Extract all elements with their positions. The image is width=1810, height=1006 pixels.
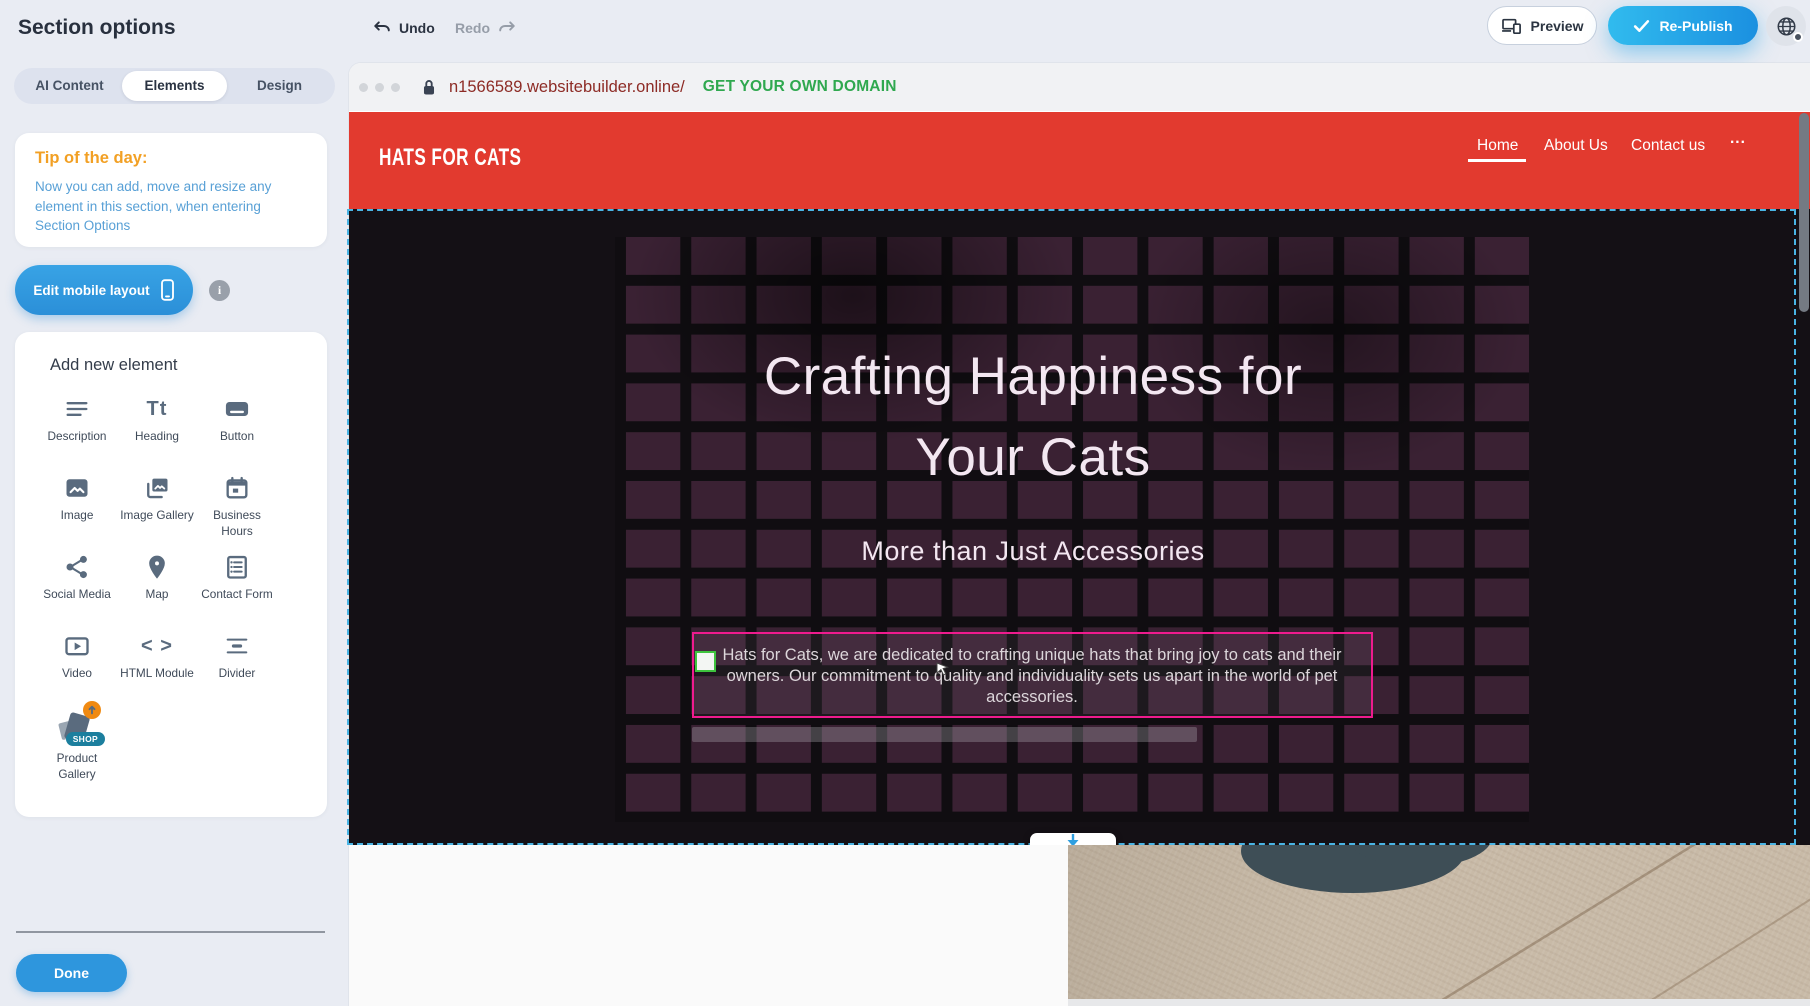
- element-ghost-bar: [692, 727, 1197, 742]
- page-title: Section options: [18, 16, 176, 40]
- element-html-module[interactable]: < > HTML Module: [117, 629, 197, 708]
- done-button[interactable]: Done: [16, 954, 127, 992]
- element-grid: Description Tt Heading Button Image Imag…: [37, 392, 277, 787]
- browser-address-bar: n1566589.websitebuilder.online/ GET YOUR…: [349, 63, 1810, 111]
- tip-of-the-day-card: Tip of the day: Now you can add, move an…: [15, 133, 327, 247]
- element-business-hours[interactable]: Business Hours: [197, 471, 277, 550]
- contact-form-icon: [223, 550, 251, 584]
- redo-button[interactable]: Redo: [455, 14, 517, 42]
- lock-icon: [422, 79, 436, 96]
- element-contact-form[interactable]: Contact Form: [197, 550, 277, 629]
- site-header: [349, 112, 1810, 209]
- element-heading[interactable]: Tt Heading: [117, 392, 197, 471]
- scrollbar-thumb[interactable]: [1799, 113, 1809, 312]
- business-hours-icon: [223, 471, 251, 505]
- tip-body: Now you can add, move and resize any ele…: [35, 177, 307, 236]
- image-gallery-icon: [143, 471, 171, 505]
- info-icon[interactable]: i: [209, 280, 230, 301]
- nav-contact-us[interactable]: Contact us: [1631, 137, 1705, 155]
- edit-mobile-layout-label: Edit mobile layout: [33, 283, 149, 298]
- devices-icon: [1501, 17, 1523, 35]
- element-product-gallery[interactable]: SHOP Product Gallery: [37, 708, 117, 787]
- nav-home-underline: [1468, 159, 1526, 162]
- panel-divider: [16, 931, 325, 933]
- element-drag-handle[interactable]: [695, 651, 716, 672]
- divider-icon: [223, 629, 251, 663]
- window-control-dots: [359, 83, 400, 92]
- social-media-icon: [63, 550, 91, 584]
- nav-more-ellipsis[interactable]: ...: [1730, 130, 1746, 148]
- description-icon: [63, 392, 91, 426]
- nav-about-us[interactable]: About Us: [1544, 137, 1608, 155]
- website-builder-app: Section options AI Content Elements Desi…: [0, 0, 1810, 1006]
- element-description[interactable]: Description: [37, 392, 117, 471]
- phone-icon: [160, 279, 175, 301]
- tab-elements[interactable]: Elements: [122, 71, 227, 101]
- republish-button[interactable]: Re-Publish: [1608, 6, 1758, 45]
- element-divider[interactable]: Divider: [197, 629, 277, 708]
- hero-heading[interactable]: Crafting Happiness for Your Cats: [692, 336, 1374, 498]
- site-url[interactable]: n1566589.websitebuilder.online/: [449, 78, 685, 97]
- undo-icon: [372, 20, 392, 36]
- panel-tabs: AI Content Elements Design: [14, 68, 335, 104]
- element-image-gallery[interactable]: Image Gallery: [117, 471, 197, 550]
- undo-button[interactable]: Undo: [372, 14, 435, 42]
- redo-icon: [497, 20, 517, 36]
- product-gallery-icon: SHOP: [57, 708, 97, 748]
- tab-ai-content[interactable]: AI Content: [17, 71, 122, 101]
- upgrade-arrow-icon: [83, 701, 101, 719]
- check-icon: [1633, 19, 1650, 33]
- shop-badge: SHOP: [66, 732, 105, 746]
- edit-mobile-layout-button[interactable]: Edit mobile layout: [15, 265, 193, 315]
- tip-title: Tip of the day:: [35, 149, 307, 168]
- preview-button[interactable]: Preview: [1487, 6, 1597, 45]
- hero-subheading[interactable]: More than Just Accessories: [692, 536, 1374, 567]
- get-your-own-domain-link[interactable]: GET YOUR OWN DOMAIN: [703, 78, 897, 96]
- element-button[interactable]: Button: [197, 392, 277, 471]
- add-element-title: Add new element: [50, 356, 178, 375]
- element-video[interactable]: Video: [37, 629, 117, 708]
- viewport-bottom-strip: [1068, 999, 1810, 1006]
- button-icon: [223, 392, 251, 426]
- map-pin-icon: [143, 550, 171, 584]
- hero-section[interactable]: [349, 209, 1810, 845]
- video-icon: [63, 629, 91, 663]
- element-image[interactable]: Image: [37, 471, 117, 550]
- tab-design[interactable]: Design: [227, 71, 332, 101]
- hero-paragraph[interactable]: Hats for Cats, we are dedicated to craft…: [702, 645, 1362, 708]
- globe-status-dot: [1793, 32, 1803, 42]
- element-map[interactable]: Map: [117, 550, 197, 629]
- next-section-background: [349, 845, 1068, 1006]
- heading-icon: Tt: [147, 392, 168, 426]
- site-logo[interactable]: HATS FOR CATS: [379, 144, 521, 172]
- element-social-media[interactable]: Social Media: [37, 550, 117, 629]
- html-module-icon: < >: [141, 629, 173, 663]
- next-section-image: [1068, 845, 1810, 1006]
- image-icon: [63, 471, 91, 505]
- nav-home[interactable]: Home: [1477, 137, 1518, 155]
